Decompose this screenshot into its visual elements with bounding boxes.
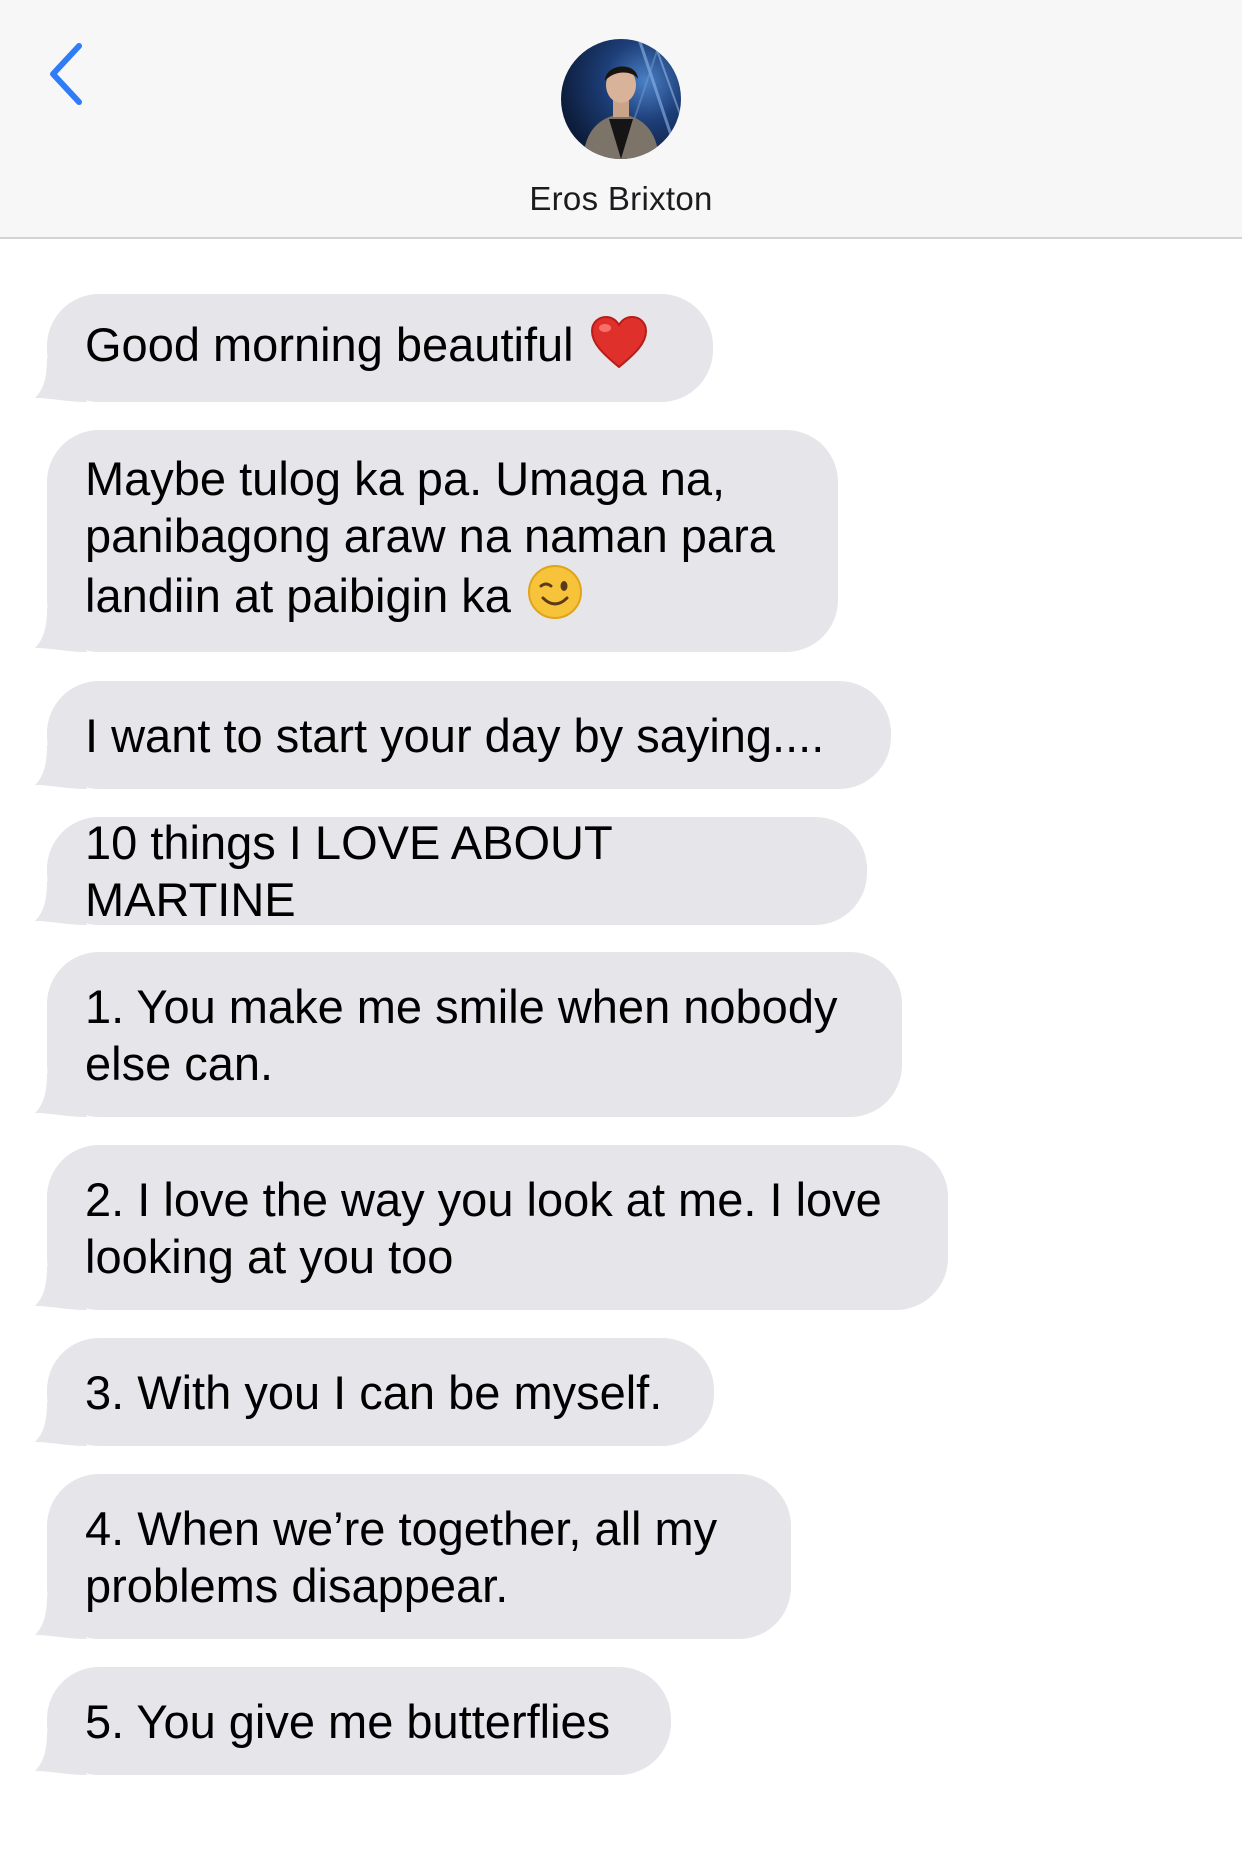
message-bubble[interactable]: 5. You give me butterflies — [35, 1667, 671, 1775]
red-heart-icon — [590, 315, 648, 381]
message-text: 3. With you I can be myself. — [85, 1365, 663, 1419]
bubble-tail — [35, 881, 87, 925]
message-bubble[interactable]: I want to start your day by saying.... — [35, 681, 891, 789]
bubble-tail — [35, 1731, 87, 1775]
winking-face-icon — [527, 564, 583, 632]
bubble-tail — [35, 1266, 87, 1310]
bubble-tail — [35, 1073, 87, 1117]
message-text: 10 things I LOVE ABOUT MARTINE — [85, 816, 625, 926]
bubble-tail — [35, 1595, 87, 1639]
message-text: 4. When we’re together, all my problems … — [85, 1501, 731, 1612]
message-text: I want to start your day by saying.... — [85, 708, 825, 762]
message-thread: Good morning beautiful Maybe tulog ka pa… — [0, 0, 1242, 1867]
bubble-tail — [35, 608, 87, 652]
bubble-tail — [35, 1402, 87, 1446]
message-text: 2. I love the way you look at me. I love… — [85, 1172, 895, 1283]
message-bubble[interactable]: 3. With you I can be myself. — [35, 1338, 714, 1446]
message-text: 1. You make me smile when nobody else ca… — [85, 979, 851, 1090]
message-text: 5. You give me butterflies — [85, 1694, 611, 1748]
message-bubble[interactable]: Maybe tulog ka pa. Umaga na, panibagong … — [35, 430, 838, 652]
message-text: Good morning beautiful — [85, 315, 648, 381]
message-bubble[interactable]: Good morning beautiful — [35, 294, 713, 402]
message-text: Maybe tulog ka pa. Umaga na, panibagong … — [85, 450, 800, 632]
message-bubble[interactable]: 10 things I LOVE ABOUT MARTINE — [35, 816, 867, 926]
bubble-tail — [35, 358, 87, 402]
message-bubble[interactable]: 1. You make me smile when nobody else ca… — [35, 952, 902, 1117]
bubble-tail — [35, 745, 87, 789]
message-bubble[interactable]: 2. I love the way you look at me. I love… — [35, 1145, 948, 1310]
message-bubble[interactable]: 4. When we’re together, all my problems … — [35, 1474, 791, 1639]
